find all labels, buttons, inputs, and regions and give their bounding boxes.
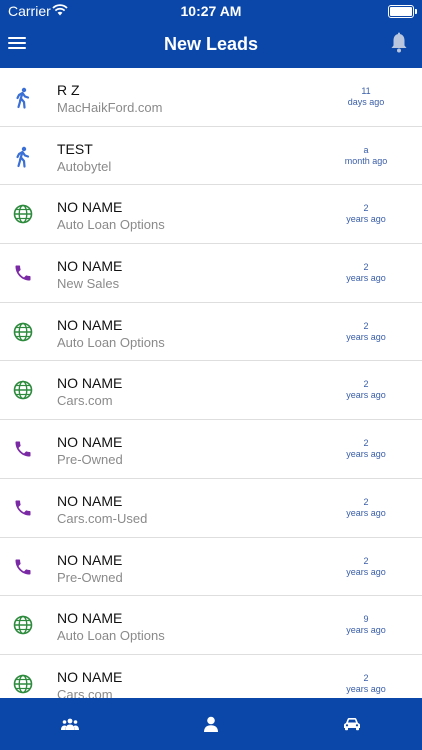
lead-name: NO NAME [57,610,123,627]
lead-time-value: a [363,144,369,155]
clock-label: 10:27 AM [180,3,242,19]
lead-time-value: 2 [363,496,369,507]
lead-time: 2 years ago [336,262,396,284]
lead-time: 11 days ago [336,86,396,108]
lead-name: NO NAME [57,434,123,451]
lead-time-value: 2 [363,379,369,390]
globe-icon [13,322,33,342]
lead-time: 2 years ago [336,321,396,343]
lead-name: R Z [57,82,80,98]
lead-row[interactable]: NO NAME New Sales 2 years ago [0,244,422,303]
lead-time-value: 2 [363,262,369,273]
lead-time: 2 years ago [336,497,396,519]
globe-icon [13,615,33,635]
lead-time-unit: days ago [347,97,385,107]
lead-source: Auto Loan Options [57,628,165,644]
lead-time-unit: years ago [346,449,386,460]
app-header: Carrier 10:27 AM New Leads [0,0,422,68]
lead-time-unit: years ago [346,625,386,636]
lead-source: New Sales [57,276,120,292]
lead-list[interactable]: R Z MacHaikFord.com 11 days ago TEST Aut… [0,68,422,698]
lead-time-value: 11 [361,86,371,96]
lead-time-unit: years ago [346,683,386,694]
lead-time: 2 years ago [336,438,396,460]
lead-time-unit: years ago [346,214,386,225]
phone-icon [13,557,33,577]
lead-row[interactable]: NO NAME Cars.com-Used 2 years ago [0,479,422,538]
phone-icon [13,263,33,283]
lead-row[interactable]: TEST Autobytel a month ago [0,127,422,186]
lead-time-unit: years ago [346,566,386,577]
lead-time: a month ago [336,145,396,167]
status-bar: Carrier 10:27 AM [0,0,422,22]
lead-time-value: 2 [363,672,369,683]
lead-name: NO NAME [57,551,123,568]
lead-name: NO NAME [57,199,123,216]
lead-row[interactable]: R Z MacHaikFord.com 11 days ago [0,68,422,127]
lead-source: MacHaikFord.com [57,100,163,115]
tab-car[interactable] [282,698,422,750]
lead-source: Auto Loan Options [57,334,165,350]
lead-name: NO NAME [57,668,123,685]
lead-name: TEST [57,140,93,157]
tab-person[interactable] [141,698,281,750]
lead-source: Pre-Owned [57,569,123,585]
battery-icon [388,5,417,18]
lead-name: NO NAME [57,258,123,275]
lead-time-value: 2 [363,438,369,449]
lead-time-value: 2 [363,203,369,214]
walk-icon [13,87,33,109]
page-title: New Leads [163,34,259,54]
lead-name: NO NAME [57,375,123,392]
lead-source: Cars.com [57,393,113,409]
lead-row[interactable]: NO NAME Pre-Owned 2 years ago [0,420,422,479]
lead-row[interactable]: NO NAME Cars.com 2 years ago [0,655,422,698]
lead-time-value: 9 [363,614,369,625]
lead-time-unit: years ago [346,273,386,284]
tab-group[interactable] [0,698,140,750]
phone-icon [13,498,33,518]
lead-time: 2 years ago [336,203,396,225]
lead-row[interactable]: NO NAME Cars.com 2 years ago [0,361,422,421]
globe-icon [13,204,33,224]
lead-time-unit: month ago [344,155,388,166]
lead-source: Cars.com-Used [57,510,148,526]
lead-source: Auto Loan Options [57,217,165,233]
lead-row[interactable]: NO NAME Pre-Owned 2 years ago [0,538,422,597]
lead-source: Cars.com [57,686,113,698]
lead-time-value: 2 [363,555,369,566]
bell-icon[interactable] [390,32,408,54]
lead-row[interactable]: NO NAME Auto Loan Options 9 years ago [0,596,422,655]
lead-source: Pre-Owned [57,452,123,468]
lead-name: NO NAME [57,316,123,333]
globe-icon [13,674,33,694]
lead-time-unit: years ago [346,331,386,342]
globe-icon [13,380,33,400]
lead-time-unit: years ago [346,390,386,401]
lead-row[interactable]: NO NAME Auto Loan Options 2 years ago [0,185,422,245]
lead-source: Autobytel [57,158,112,174]
lead-name: NO NAME [57,492,123,509]
lead-time-value: 2 [363,320,369,331]
lead-row[interactable]: NO NAME Auto Loan Options 2 years ago [0,303,422,362]
lead-time: 9 years ago [336,614,396,636]
lead-time: 2 years ago [336,556,396,578]
lead-time: 2 years ago [336,673,396,695]
walk-icon [13,146,33,168]
tab-bar [0,698,422,750]
lead-time: 2 years ago [336,379,396,401]
lead-time-unit: years ago [346,507,386,518]
phone-icon [13,439,33,459]
